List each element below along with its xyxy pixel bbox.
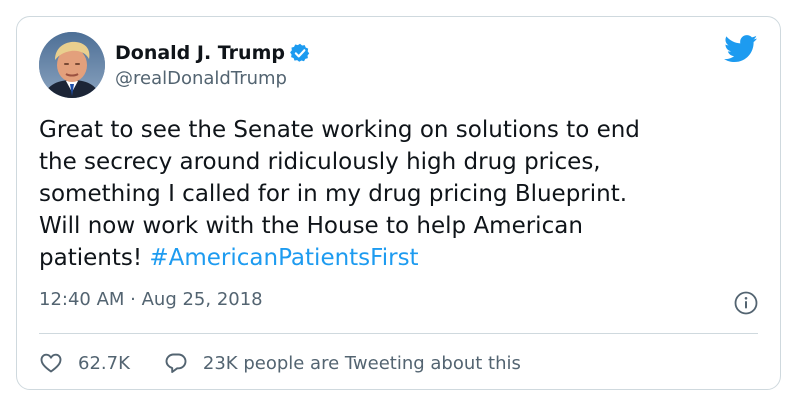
tweet-actions: 62.7K 23K people are Tweeting about this — [39, 349, 521, 377]
tweet-timestamp[interactable]: 12:40 AM · Aug 25, 2018 — [39, 289, 263, 310]
info-icon[interactable] — [734, 291, 758, 315]
author-handle[interactable]: @realDonaldTrump — [115, 68, 287, 89]
verified-badge-icon — [290, 43, 310, 62]
tweet-text: Great to see the Senate working on solut… — [39, 114, 759, 274]
speech-bubble-icon — [165, 353, 187, 373]
display-name[interactable]: Donald J. Trump — [115, 42, 285, 64]
heart-icon — [40, 353, 62, 373]
avatar[interactable] — [39, 32, 105, 98]
tweet-card[interactable]: Donald J. Trump @realDonaldTrump Great t… — [16, 16, 781, 390]
divider — [39, 333, 758, 334]
profile-photo — [39, 32, 105, 98]
like-count: 62.7K — [78, 352, 130, 374]
conversation-label: 23K people are Tweeting about this — [202, 352, 521, 374]
twitter-bird-icon[interactable] — [724, 35, 758, 63]
like-button[interactable]: 62.7K — [39, 351, 130, 375]
hashtag-link[interactable]: #AmericanPatientsFirst — [149, 245, 418, 271]
tweet-text-line: the secrecy around ridiculously high dru… — [39, 149, 601, 175]
tweet-text-prefix: patients! — [39, 245, 150, 271]
tweet-text-line: Great to see the Senate working on solut… — [39, 117, 640, 143]
tweet-text-line: something I called for in my drug pricin… — [39, 181, 628, 207]
conversation-button[interactable]: 23K people are Tweeting about this — [164, 351, 521, 375]
tweet-text-last-line: patients! #AmericanPatientsFirst — [39, 242, 759, 274]
tweet-text-line: Will now work with the House to help Ame… — [39, 213, 583, 239]
author-name-row[interactable]: Donald J. Trump — [115, 40, 310, 66]
